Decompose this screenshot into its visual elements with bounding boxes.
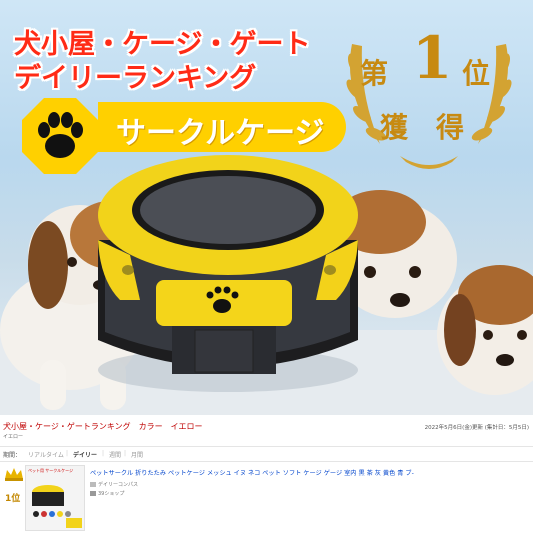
ranking-title[interactable]: 犬小屋・ケージ・ゲートランキング カラー イエロー [3, 421, 203, 432]
ranking-date: 2022年5月6日(金)更新 (集計日：5月5日) [424, 425, 529, 431]
tab-realtime[interactable]: リアルタイム [28, 450, 64, 459]
award-rank-number: 1 [412, 24, 453, 92]
banner-title-line2: デイリーランキング [14, 63, 257, 94]
cage-thumbnail-image [32, 485, 82, 528]
shop-icon [90, 482, 96, 487]
tab-monthly[interactable]: 月間 [131, 450, 143, 459]
award-toku: 得 [436, 111, 465, 144]
period-label: 期間： [3, 452, 22, 459]
award-kaku: 獲 [380, 111, 409, 144]
category-label: サークルケージ [98, 102, 346, 152]
store-icon [90, 491, 96, 496]
shop-count: 39ショップ [98, 491, 125, 497]
paw-icon [22, 98, 98, 174]
award-dai: 第 [360, 57, 389, 90]
shop-count-row[interactable]: 39ショップ [90, 490, 124, 497]
shop-row[interactable]: デイリーコンパス [90, 481, 138, 488]
shop-name: デイリーコンパス [98, 482, 139, 488]
crown-icon [5, 468, 23, 481]
award-i: 位 [462, 57, 491, 90]
rank-number: 1位 [5, 494, 21, 504]
tab-daily[interactable]: デイリー [73, 450, 97, 459]
ranking-screenshot: 犬小屋・ケージ・ゲートランキング カラー イエロー イエロー 2022年5月6日… [0, 415, 533, 533]
ranking-subtitle: イエロー [3, 434, 23, 440]
tab-weekly[interactable]: 週間 [109, 450, 121, 459]
thumbnail-label: ペット用 サークルケージ [28, 468, 74, 473]
product-thumbnail[interactable]: ペット用 サークルケージ [25, 465, 85, 531]
category-label-text: サークルケージ [116, 116, 325, 151]
period-tabs: 期間： リアルタイム | デイリー | 週間 | 月間 [0, 446, 533, 462]
promo-banner: 犬小屋・ケージ・ゲート デイリーランキング サークルケージ 第 1 位 獲 得 [0, 0, 533, 415]
circle-cage [98, 155, 358, 392]
product-title-link[interactable]: ペットサークル 折りたたみ ペットケージ メッシュ イヌ ネコ ペット ソフト … [90, 468, 414, 477]
first-place-award: 第 1 位 獲 得 [340, 24, 518, 184]
